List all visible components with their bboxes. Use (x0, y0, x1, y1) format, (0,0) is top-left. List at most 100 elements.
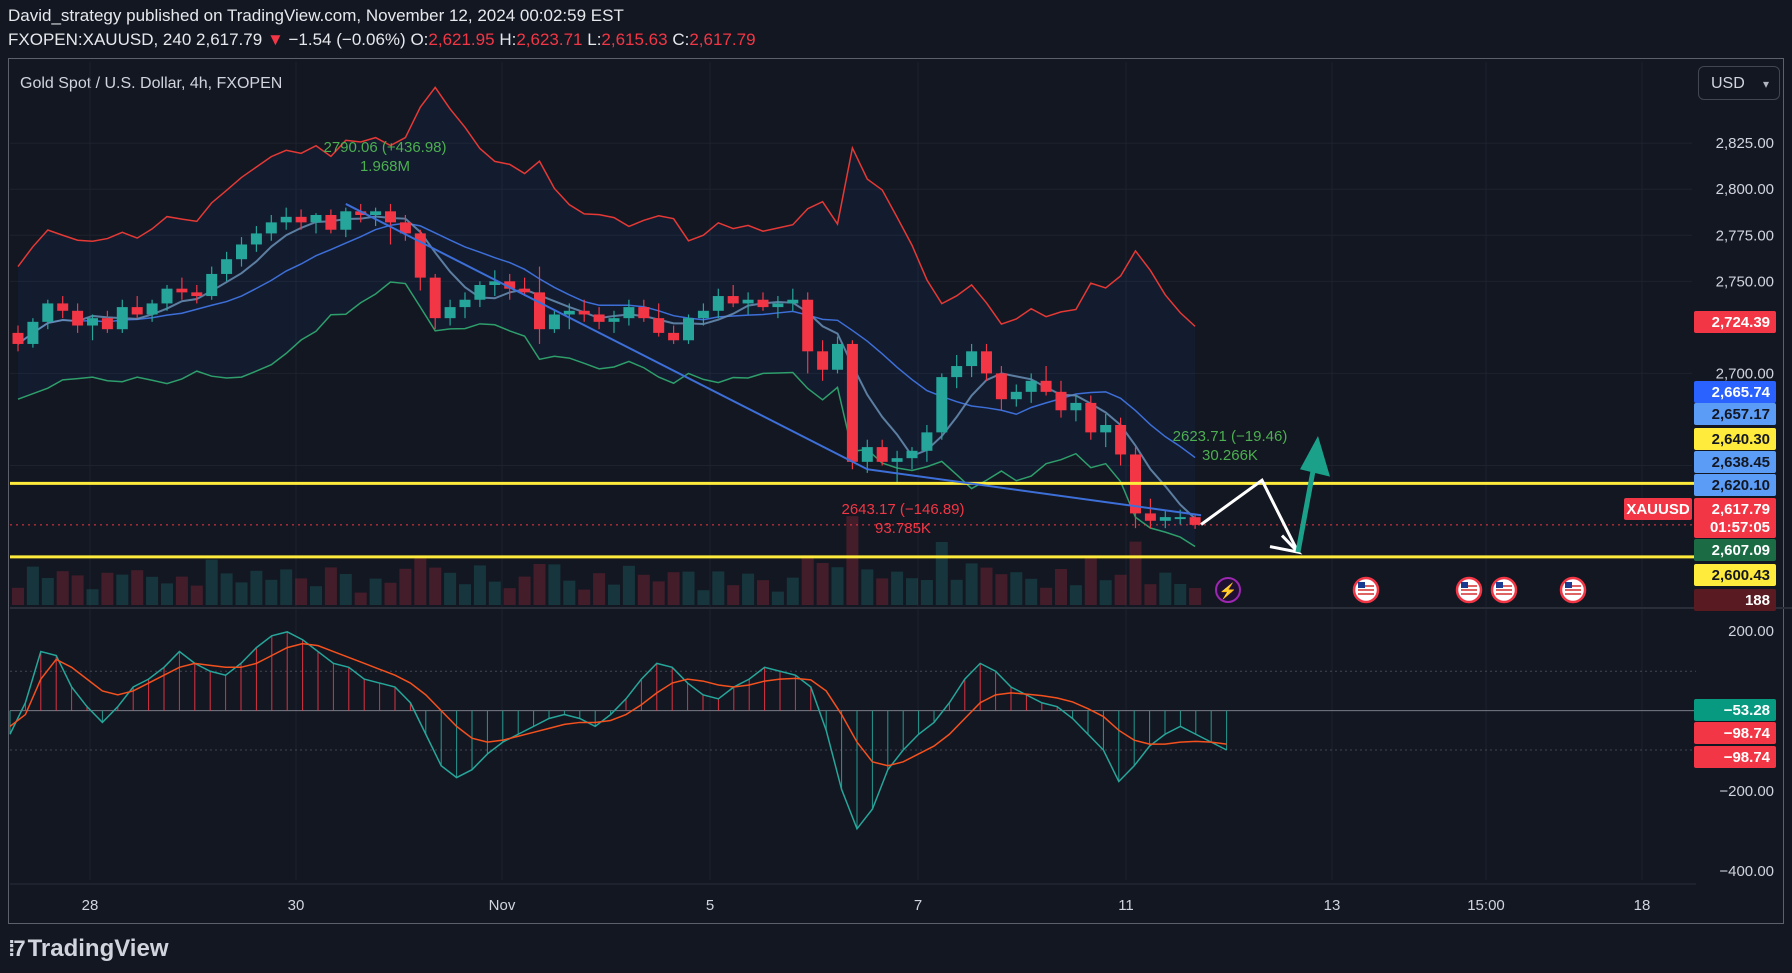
candle-body[interactable] (146, 303, 158, 315)
time-axis[interactable]: 28 30 Nov 5 7 11 13 15:00 18 (10, 883, 1696, 914)
candle-body[interactable] (101, 318, 113, 330)
time-tick-label: 5 (706, 897, 714, 914)
candle-body[interactable] (1010, 391, 1022, 400)
candle-body[interactable] (1189, 517, 1201, 525)
candle-body[interactable] (57, 303, 69, 311)
candle-body[interactable] (370, 211, 382, 215)
time-tick-label: 7 (914, 897, 922, 914)
flag-canton (1565, 582, 1572, 588)
candle-body[interactable] (1025, 380, 1037, 392)
candle-body[interactable] (832, 343, 843, 370)
candle-body[interactable] (429, 277, 441, 319)
candle-body[interactable] (593, 314, 605, 322)
candle-body[interactable] (87, 318, 98, 326)
candle-body[interactable] (608, 318, 620, 322)
candle-body[interactable] (206, 273, 218, 297)
candle-body[interactable] (817, 351, 829, 370)
candle-body[interactable] (787, 299, 799, 304)
currency-button[interactable]: USD ▾ (1698, 66, 1780, 100)
price-axis[interactable]: 2,825.00 2,800.00 2,775.00 2,750.00 2,700.00… (1624, 135, 1776, 880)
volume-bar (950, 579, 963, 605)
candle-body[interactable] (936, 377, 948, 433)
volume-bar (369, 578, 382, 605)
candle-body[interactable] (995, 373, 1007, 400)
volume-bar (920, 580, 933, 605)
candle-body[interactable] (131, 307, 143, 315)
candle-body[interactable] (161, 288, 173, 304)
economic-events[interactable]: ⚡ (1215, 576, 1587, 604)
candle-body[interactable] (1159, 517, 1171, 521)
candle-body[interactable] (1100, 425, 1112, 433)
candle-body[interactable] (310, 215, 322, 223)
volume-bar (652, 581, 665, 605)
candle-body[interactable] (1055, 391, 1067, 411)
tradingview-logo[interactable]: ⁞7 TradingView (8, 935, 169, 963)
candle-body[interactable] (623, 307, 635, 319)
candle-body[interactable] (12, 332, 24, 344)
candle-body[interactable] (981, 351, 992, 374)
volume-bar (1055, 569, 1067, 605)
candle-body[interactable] (891, 458, 903, 462)
candle-body[interactable] (27, 321, 39, 344)
candle-body[interactable] (1040, 380, 1052, 392)
candle-body[interactable] (548, 314, 560, 330)
candle-body[interactable] (638, 307, 650, 319)
price-label-text: 2,600.43 (1712, 567, 1770, 584)
candle-body[interactable] (966, 351, 978, 367)
candle-body[interactable] (951, 366, 963, 378)
candle-body[interactable] (1085, 402, 1097, 433)
time-tick-label: 15:00 (1467, 897, 1505, 914)
candle-body[interactable] (861, 447, 873, 462)
candle-body[interactable] (653, 318, 665, 333)
candle-body[interactable] (325, 215, 337, 230)
candle-body[interactable] (772, 303, 784, 308)
candle-body[interactable] (265, 222, 277, 234)
candle-body[interactable] (563, 310, 575, 315)
candle-body[interactable] (534, 292, 545, 330)
candle-body[interactable] (280, 216, 292, 223)
candle-body[interactable] (712, 296, 724, 311)
candle-body[interactable] (1144, 513, 1156, 521)
price-tick-label: 2,750.00 (1716, 273, 1774, 290)
chart-svg[interactable]: Gold Spot / U.S. Dollar, 4h, FXOPEN 2790… (0, 0, 1792, 973)
candle-body[interactable] (802, 299, 814, 352)
candle-body[interactable] (176, 288, 188, 293)
candle-body[interactable] (250, 233, 262, 245)
bullish-arrow-shaft[interactable] (1295, 465, 1317, 553)
candle-body[interactable] (757, 299, 769, 308)
candle-body[interactable] (42, 303, 54, 322)
candle-body[interactable] (742, 299, 754, 304)
volume-bar (56, 571, 69, 605)
candle-body[interactable] (668, 332, 680, 341)
volume-bar (339, 574, 352, 605)
candle-body[interactable] (236, 244, 247, 260)
candle-body[interactable] (1070, 402, 1082, 411)
candle-body[interactable] (906, 450, 918, 459)
candle-body[interactable] (683, 318, 694, 341)
time-tick-label: 13 (1324, 897, 1341, 914)
candle-body[interactable] (876, 447, 888, 462)
candle-body[interactable] (727, 296, 739, 304)
candle-body[interactable] (921, 432, 933, 451)
candle-body[interactable] (474, 285, 486, 300)
candle-body[interactable] (221, 259, 233, 274)
candle-body[interactable] (385, 211, 396, 223)
projection-zigzag[interactable] (1200, 478, 1300, 553)
bullish-arrow-head-icon (1300, 436, 1330, 477)
annotation-price-change: 2643.17 (−146.89) (841, 501, 964, 518)
candle-body[interactable] (459, 299, 471, 308)
volume-bar (578, 589, 591, 605)
candle-body[interactable] (340, 211, 352, 230)
candle-body[interactable] (116, 307, 128, 330)
volume-bar (742, 573, 755, 605)
candle-body[interactable] (697, 310, 709, 319)
candle-body[interactable] (1115, 425, 1127, 455)
volume-bar (831, 567, 844, 605)
candle-body[interactable] (295, 216, 307, 223)
candle-body[interactable] (191, 292, 203, 297)
candle-body[interactable] (578, 310, 590, 315)
candle-body[interactable] (444, 307, 456, 319)
candle-body[interactable] (846, 343, 858, 462)
candle-body[interactable] (1174, 517, 1186, 520)
candle-body[interactable] (72, 310, 84, 326)
